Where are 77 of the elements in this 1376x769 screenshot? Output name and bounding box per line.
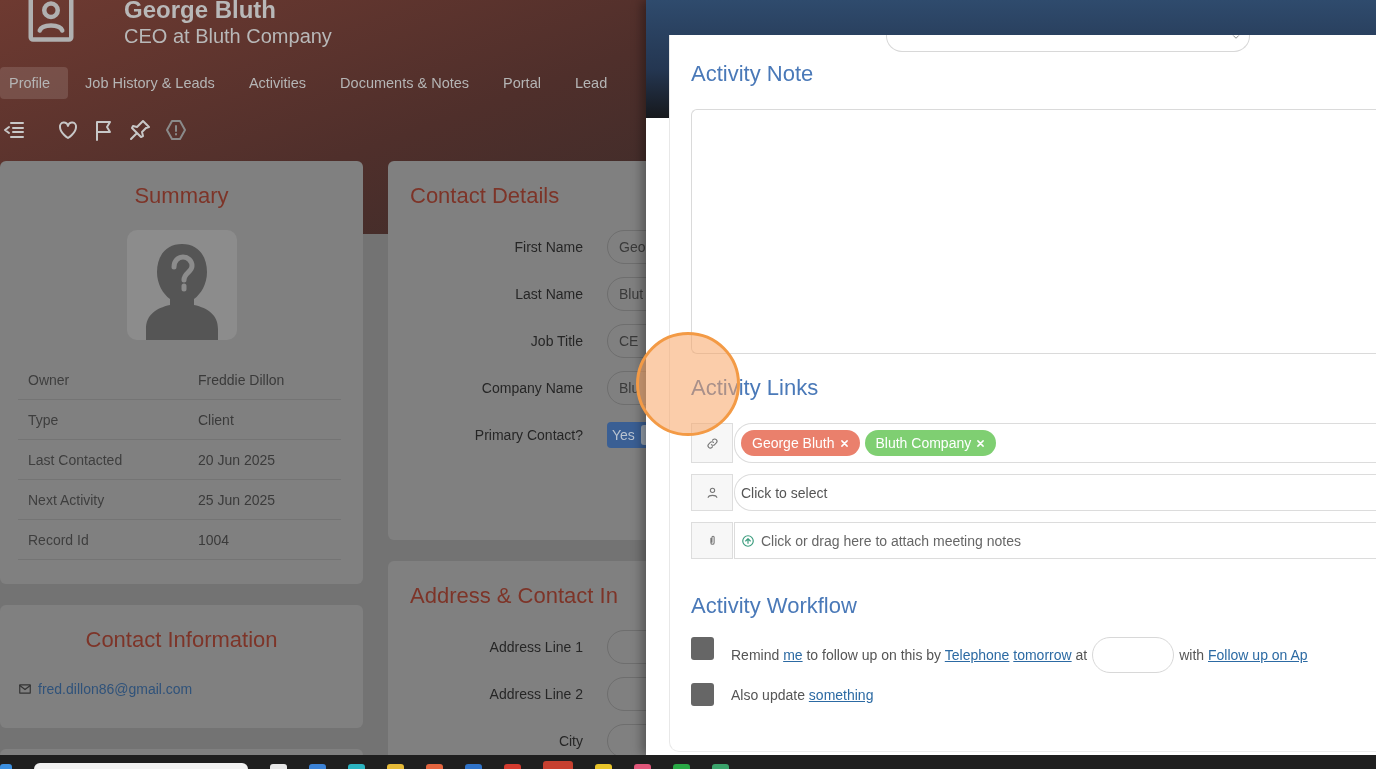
contact-name: George Bluth xyxy=(124,0,277,23)
pin-icon[interactable] xyxy=(128,118,152,142)
tag[interactable]: George Bluth xyxy=(741,430,860,456)
note-field[interactable] xyxy=(691,109,1376,354)
option-link[interactable]: Follow up on Ap xyxy=(1208,647,1308,663)
taskbar-app-icon[interactable] xyxy=(595,764,612,769)
link-icon xyxy=(705,436,719,450)
remove-icon[interactable] xyxy=(976,438,986,448)
contact-subtitle: CEO at Bluth Company xyxy=(124,24,332,49)
taskbar-app-icon[interactable] xyxy=(712,764,729,769)
card-title: Address & Contact In xyxy=(409,582,619,610)
field-label: City xyxy=(557,733,583,749)
card-title: Summary xyxy=(134,182,229,210)
input-field[interactable]: CE xyxy=(607,324,646,358)
person-icon xyxy=(705,486,719,499)
mail-icon[interactable] xyxy=(18,682,32,696)
field-value: Client xyxy=(198,411,234,428)
heart-icon[interactable] xyxy=(56,118,80,142)
field-label: Last Contacted xyxy=(27,451,124,468)
field-value: Freddie Dillon xyxy=(198,371,285,388)
tab[interactable]: Documents & Notes xyxy=(323,67,487,99)
taskbar-search[interactable] xyxy=(34,763,248,769)
workflow-text: Remind me to follow up on this by Telephone tomorrow at xyxy=(731,647,1088,663)
tab[interactable]: Job History & Leads xyxy=(68,67,232,99)
field-value: 1004 xyxy=(198,531,230,548)
taskbar-app-icon[interactable] xyxy=(504,764,521,769)
section-title: Activity Note xyxy=(691,60,815,88)
taskbar-app-icon[interactable] xyxy=(634,764,651,769)
taskbar-app-icon[interactable] xyxy=(387,764,404,769)
field-label: Company Name xyxy=(480,380,583,396)
field-label: Job Title xyxy=(529,333,583,349)
input-field[interactable]: Geo xyxy=(607,230,646,264)
field-label: Address Line 2 xyxy=(488,686,583,702)
tag-field[interactable]: George Bluth Bluth Company xyxy=(734,423,1376,463)
file-drop-field[interactable]: Click or drag here to attach meeting notes xyxy=(734,522,1376,559)
tab[interactable]: Lead xyxy=(557,67,625,99)
option-link[interactable]: me xyxy=(783,647,803,663)
option-link[interactable]: something xyxy=(808,686,874,703)
field-value: 20 Jun 2025 xyxy=(198,451,276,468)
input-field[interactable]: Blut xyxy=(607,277,646,311)
field-label: Type xyxy=(27,411,60,428)
tab[interactable]: Portal xyxy=(486,67,558,99)
taskbar-app-icon[interactable] xyxy=(465,764,482,769)
toggle-switch[interactable]: Yes xyxy=(607,422,646,448)
field-label: Primary Contact? xyxy=(473,427,583,443)
tab[interactable]: Profile xyxy=(0,67,69,99)
caret-icon[interactable] xyxy=(1231,32,1241,42)
option-link[interactable]: tomorrow xyxy=(1013,647,1072,663)
field-label: Owner xyxy=(27,371,71,388)
tab[interactable]: Activities xyxy=(231,67,324,99)
field-label: Address Line 1 xyxy=(488,639,583,655)
upload-icon[interactable] xyxy=(741,533,755,548)
taskbar-app-icon[interactable] xyxy=(543,761,573,769)
option-link[interactable]: Telephone xyxy=(944,647,1010,663)
field-value: 25 Jun 2025 xyxy=(198,491,276,508)
person-field[interactable]: Click to select xyxy=(734,474,1376,511)
field-label: Last Name xyxy=(514,286,583,302)
taskbar-app-icon[interactable] xyxy=(426,764,443,769)
card-title: Contact Details xyxy=(409,182,561,210)
taskbar-app-icon[interactable] xyxy=(673,764,690,769)
remove-icon[interactable] xyxy=(839,438,849,448)
field-label: Record Id xyxy=(27,531,90,548)
checkbox[interactable] xyxy=(691,683,714,706)
taskbar-app-icon[interactable] xyxy=(270,764,287,769)
windows-icon[interactable] xyxy=(0,764,12,769)
taskbar-app-icon[interactable] xyxy=(348,764,365,769)
section-title: Activity Workflow xyxy=(691,592,858,620)
field-label: Next Activity xyxy=(27,491,106,508)
unknown-person-icon xyxy=(126,230,237,340)
field-label: First Name xyxy=(513,239,583,255)
workflow-text: Also update something xyxy=(731,686,874,703)
alert-icon[interactable] xyxy=(164,118,188,142)
taskbar-app-icon[interactable] xyxy=(309,764,326,769)
workflow-text: with Follow up on Ap xyxy=(1179,647,1308,663)
card-title: Contact Information xyxy=(84,626,279,654)
checkbox[interactable] xyxy=(691,637,714,660)
select-field[interactable] xyxy=(886,35,1250,52)
